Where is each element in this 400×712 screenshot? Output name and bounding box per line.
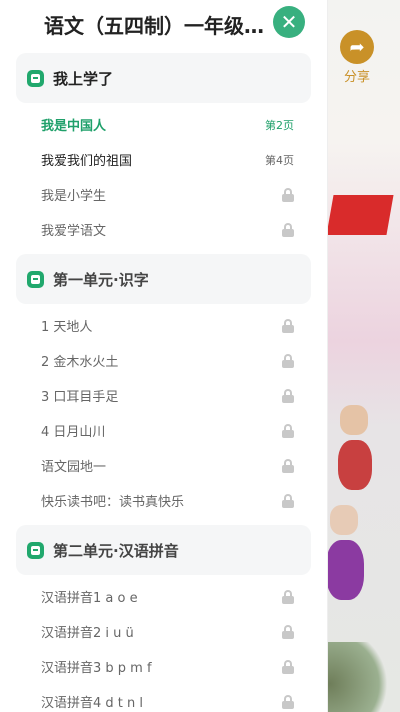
close-button[interactable]: ✕ bbox=[273, 6, 305, 38]
toc-item[interactable]: 汉语拼音1 a o e bbox=[0, 579, 327, 614]
toc-item-page: 第4页 bbox=[265, 153, 294, 167]
child-illustration-body bbox=[326, 540, 364, 600]
toc-list: 我上学了我是中国人 第2页我爱我们的祖国 第4页我是小学生我爱学语文第一单元·识字 1… bbox=[0, 53, 327, 712]
lock-icon bbox=[282, 187, 294, 202]
toc-item-page: 第2页 bbox=[265, 118, 294, 132]
lock-icon bbox=[282, 388, 294, 403]
toc-item-label: 4 日月山川 bbox=[41, 425, 106, 440]
drawer-header: 语文（五四制）一年级… ✕ bbox=[0, 0, 327, 46]
toc-item-label: 快乐读书吧：读书真快乐 bbox=[41, 495, 185, 510]
child-illustration-head bbox=[330, 505, 358, 535]
toc-item[interactable]: 2 金木水火土 bbox=[0, 343, 327, 378]
lock-icon bbox=[282, 458, 294, 473]
toc-item-label: 我爱学语文 bbox=[41, 224, 107, 239]
toc-item-label: 我爱我们的祖国 bbox=[41, 154, 133, 169]
toc-item[interactable]: 4 日月山川 bbox=[0, 413, 327, 448]
toc-item[interactable]: 汉语拼音4 d t n l bbox=[0, 684, 327, 712]
book-title: 语文（五四制）一年级… bbox=[44, 14, 264, 38]
lock-icon bbox=[282, 353, 294, 368]
lock-icon bbox=[282, 659, 294, 674]
lock-icon bbox=[282, 589, 294, 604]
section-book-icon bbox=[27, 270, 44, 288]
toc-item-label: 汉语拼音4 d t n l bbox=[41, 696, 144, 711]
section-item-list: 我是中国人 第2页我爱我们的祖国 第4页我是小学生我爱学语文 bbox=[0, 107, 327, 247]
toc-item-label: 汉语拼音1 a o e bbox=[41, 591, 138, 606]
child-illustration-head bbox=[340, 405, 368, 435]
toc-item[interactable]: 语文园地一 bbox=[0, 448, 327, 483]
toc-item-label: 1 天地人 bbox=[41, 320, 93, 335]
section-title: 第二单元·汉语拼音 bbox=[53, 541, 179, 560]
flag-illustration bbox=[326, 195, 394, 235]
toc-item[interactable]: 我爱我们的祖国 第4页 bbox=[0, 142, 327, 177]
toc-item[interactable]: 汉语拼音2 i u ü bbox=[0, 614, 327, 649]
section-book-icon bbox=[27, 541, 44, 559]
table-of-contents-drawer: 语文（五四制）一年级… ✕ 我上学了我是中国人 第2页我爱我们的祖国 第4页我是小学… bbox=[0, 0, 328, 712]
lock-icon bbox=[282, 423, 294, 438]
lock-icon bbox=[282, 318, 294, 333]
toc-item-label: 语文园地一 bbox=[41, 460, 107, 475]
toc-item[interactable]: 我爱学语文 bbox=[0, 212, 327, 247]
toc-item-label: 我是中国人 bbox=[41, 119, 107, 134]
section-item-list: 汉语拼音1 a o e 汉语拼音2 i u ü 汉语拼音3 b p m f 汉语拼音4… bbox=[0, 579, 327, 712]
toc-item-label: 2 金木水火土 bbox=[41, 355, 119, 370]
toc-item[interactable]: 3 口耳目手足 bbox=[0, 378, 327, 413]
section-book-icon bbox=[27, 69, 44, 87]
lock-icon bbox=[282, 624, 294, 639]
section-title: 我上学了 bbox=[53, 69, 114, 88]
toc-item-label: 我是小学生 bbox=[41, 189, 107, 204]
share-arrow-icon: ➦ bbox=[349, 36, 365, 58]
share-button[interactable]: ➦ bbox=[340, 30, 374, 64]
toc-item[interactable]: 1 天地人 bbox=[0, 308, 327, 343]
toc-item-label: 汉语拼音3 b p m f bbox=[41, 661, 152, 676]
section-header[interactable]: 第二单元·汉语拼音 bbox=[16, 525, 311, 575]
section-item-list: 1 天地人 2 金木水火土 3 口耳目手足 4 日月山川 语文园地一快乐读书吧：读书真快… bbox=[0, 308, 327, 518]
toc-item-label: 汉语拼音2 i u ü bbox=[41, 626, 134, 641]
section-header[interactable]: 我上学了 bbox=[16, 53, 311, 103]
close-icon: ✕ bbox=[280, 10, 298, 34]
child-illustration-body bbox=[338, 440, 372, 490]
toc-item[interactable]: 快乐读书吧：读书真快乐 bbox=[0, 483, 327, 518]
toc-item[interactable]: 我是中国人 第2页 bbox=[0, 107, 327, 142]
share-label[interactable]: 分享 bbox=[340, 66, 374, 85]
toc-item[interactable]: 我是小学生 bbox=[0, 177, 327, 212]
lock-icon bbox=[282, 694, 294, 709]
toc-item-label: 3 口耳目手足 bbox=[41, 390, 119, 405]
section-header[interactable]: 第一单元·识字 bbox=[16, 254, 311, 304]
section-title: 第一单元·识字 bbox=[53, 270, 149, 289]
lock-icon bbox=[282, 493, 294, 508]
lock-icon bbox=[282, 222, 294, 237]
toc-item[interactable]: 汉语拼音3 b p m f bbox=[0, 649, 327, 684]
